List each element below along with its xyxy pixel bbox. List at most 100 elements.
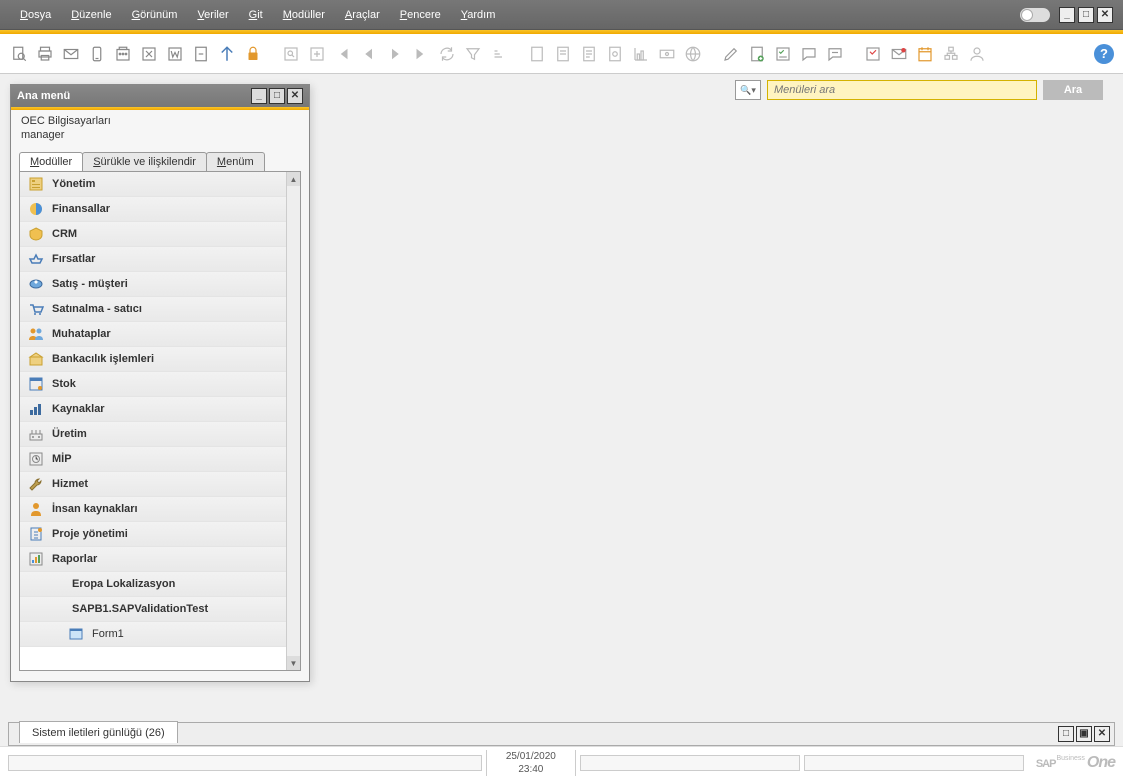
toggle-switch[interactable] xyxy=(1020,8,1050,22)
tab-mymenu[interactable]: Menüm xyxy=(206,152,265,171)
tree-item-label: Finansallar xyxy=(52,203,110,215)
org-icon[interactable] xyxy=(940,43,962,65)
next-icon[interactable] xyxy=(384,43,406,65)
checklist-icon[interactable] xyxy=(772,43,794,65)
close-button[interactable]: ✕ xyxy=(1097,7,1113,23)
tree-item-label: Bankacılık işlemleri xyxy=(52,353,154,365)
doc1-icon[interactable] xyxy=(526,43,548,65)
status-cell-2 xyxy=(580,755,800,771)
tree-item[interactable]: SAPB1.SAPValidationTest xyxy=(20,597,286,622)
mainmenu-title: Ana menü xyxy=(17,90,249,102)
doc2-icon[interactable] xyxy=(552,43,574,65)
search-button[interactable]: Ara xyxy=(1043,80,1103,100)
tab-dragdrop[interactable]: Sürükle ve ilişkilendir xyxy=(82,152,207,171)
launch-app-icon[interactable] xyxy=(216,43,238,65)
tree-item[interactable]: Finansallar xyxy=(20,197,286,222)
money-icon[interactable] xyxy=(656,43,678,65)
folder-icon xyxy=(48,576,64,592)
mainmenu-maximize[interactable]: □ xyxy=(269,88,285,104)
search-mode-dropdown[interactable]: 🔍▾ xyxy=(735,80,761,100)
first-icon[interactable] xyxy=(332,43,354,65)
task-icon[interactable] xyxy=(862,43,884,65)
maximize-button[interactable]: □ xyxy=(1078,7,1094,23)
prev-icon[interactable] xyxy=(358,43,380,65)
alert-mail-icon[interactable] xyxy=(888,43,910,65)
tree-item[interactable]: Üretim xyxy=(20,422,286,447)
sort-icon[interactable] xyxy=(488,43,510,65)
preview-icon[interactable] xyxy=(8,43,30,65)
tree-item[interactable]: Muhataplar xyxy=(20,322,286,347)
panel-restore[interactable]: □ xyxy=(1058,726,1074,742)
tree-item[interactable]: CRM xyxy=(20,222,286,247)
mainmenu-tabs: Modüller Sürükle ve ilişkilendir Menüm xyxy=(19,152,309,171)
edit-icon[interactable] xyxy=(720,43,742,65)
refresh-icon[interactable] xyxy=(436,43,458,65)
menu-git[interactable]: Git xyxy=(239,9,273,21)
menu-duzenle[interactable]: Düzenle xyxy=(61,9,121,21)
menu-yardim[interactable]: Yardım xyxy=(451,9,506,21)
tree-item[interactable]: Kaynaklar xyxy=(20,397,286,422)
panel-close[interactable]: ✕ xyxy=(1094,726,1110,742)
last-icon[interactable] xyxy=(410,43,432,65)
system-log-tab[interactable]: Sistem iletileri günlüğü (26) xyxy=(19,721,178,743)
help-icon[interactable]: ? xyxy=(1093,43,1115,65)
chat1-icon[interactable] xyxy=(798,43,820,65)
tree-item[interactable]: Satınalma - satıcı xyxy=(20,297,286,322)
globe-icon[interactable] xyxy=(682,43,704,65)
tree-item[interactable]: Form1 xyxy=(20,622,286,647)
mail-icon[interactable] xyxy=(60,43,82,65)
excel-icon[interactable] xyxy=(138,43,160,65)
word-icon[interactable] xyxy=(164,43,186,65)
scroll-down-icon[interactable]: ▼ xyxy=(287,656,300,670)
chart-icon[interactable] xyxy=(630,43,652,65)
reports-icon xyxy=(28,551,44,567)
search-input[interactable] xyxy=(767,80,1037,100)
menu-veriler[interactable]: Veriler xyxy=(187,9,238,21)
minimize-button[interactable]: _ xyxy=(1059,7,1075,23)
tree-item-label: Hizmet xyxy=(52,478,88,490)
tree-item[interactable]: Proje yönetimi xyxy=(20,522,286,547)
tab-modules[interactable]: Modüller xyxy=(19,152,83,171)
scroll-up-icon[interactable]: ▲ xyxy=(287,172,300,186)
menu-gorunum[interactable]: Görünüm xyxy=(122,9,188,21)
find-icon[interactable] xyxy=(280,43,302,65)
mainmenu-close[interactable]: ✕ xyxy=(287,88,303,104)
tree-scrollbar[interactable]: ▲ ▼ xyxy=(286,172,300,670)
tree-item[interactable]: Yönetim xyxy=(20,172,286,197)
menu-moduller[interactable]: Modüller xyxy=(273,9,335,21)
pdf-icon[interactable] xyxy=(190,43,212,65)
tree-item[interactable]: Raporlar xyxy=(20,547,286,572)
chat2-icon[interactable] xyxy=(824,43,846,65)
tree-item[interactable]: Hizmet xyxy=(20,472,286,497)
filter-icon[interactable] xyxy=(462,43,484,65)
lock-icon[interactable] xyxy=(242,43,264,65)
new-doc-icon[interactable] xyxy=(746,43,768,65)
tree-item[interactable]: Eropa Lokalizasyon xyxy=(20,572,286,597)
admin-icon xyxy=(28,176,44,192)
tree-item[interactable]: Stok xyxy=(20,372,286,397)
tree-item[interactable]: Satış - müşteri xyxy=(20,272,286,297)
menu-araclar[interactable]: Araçlar xyxy=(335,9,390,21)
tree-item-label: MİP xyxy=(52,453,72,465)
add-icon[interactable] xyxy=(306,43,328,65)
banking-icon xyxy=(28,351,44,367)
doc3-icon[interactable] xyxy=(578,43,600,65)
tree-item-label: Raporlar xyxy=(52,553,97,565)
tree-item[interactable]: İnsan kaynakları xyxy=(20,497,286,522)
tree-item[interactable]: MİP xyxy=(20,447,286,472)
doc4-icon[interactable] xyxy=(604,43,626,65)
mainmenu-minimize[interactable]: _ xyxy=(251,88,267,104)
sms-icon[interactable] xyxy=(86,43,108,65)
calendar-icon[interactable] xyxy=(914,43,936,65)
user-icon[interactable] xyxy=(966,43,988,65)
company-label: OEC Bilgisayarları xyxy=(21,114,299,128)
print-icon[interactable] xyxy=(34,43,56,65)
menu-pencere[interactable]: Pencere xyxy=(390,9,451,21)
tree-item[interactable]: Bankacılık işlemleri xyxy=(20,347,286,372)
sap-logo: SAPBusinessOne xyxy=(1036,754,1115,772)
menu-dosya[interactable]: Dosya xyxy=(10,9,61,21)
fax-icon[interactable] xyxy=(112,43,134,65)
mainmenu-titlebar[interactable]: Ana menü _ □ ✕ xyxy=(11,85,309,107)
tree-item[interactable]: Fırsatlar xyxy=(20,247,286,272)
panel-expand[interactable]: ▣ xyxy=(1076,726,1092,742)
